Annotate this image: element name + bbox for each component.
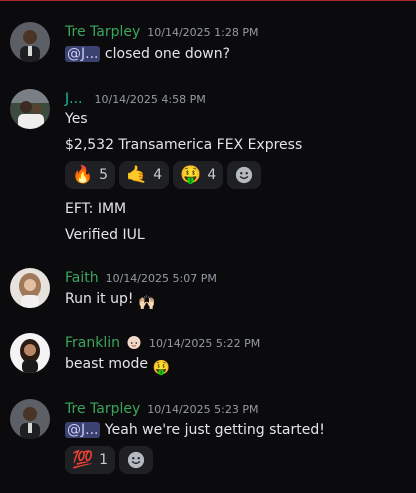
avatar[interactable]	[10, 268, 50, 308]
user-mention[interactable]: @J...	[65, 422, 101, 438]
smiley-icon	[236, 166, 253, 184]
timestamp: 10/14/2025 4:58 PM	[94, 93, 206, 106]
author-name[interactable]: Faith	[65, 270, 99, 286]
baby-face-icon	[127, 336, 141, 349]
timestamp: 10/14/2025 5:07 PM	[105, 272, 217, 285]
message-body: Yeah we're just getting started!	[100, 422, 325, 438]
user-mention[interactable]: @J...	[65, 46, 101, 62]
add-reaction-button[interactable]	[119, 446, 154, 474]
message-header: Tre Tarpley 10/14/2025 5:23 PM	[65, 399, 258, 417]
avatar[interactable]	[10, 399, 50, 439]
message-header: J... 10/14/2025 4:58 PM	[65, 89, 206, 107]
author-name[interactable]: Franklin	[65, 335, 120, 351]
reaction-call-me-hand[interactable]: 🤙 4	[119, 161, 170, 189]
message-body: beast mode	[65, 356, 149, 372]
message-text: @J... Yeah we're just getting started!	[65, 420, 325, 440]
timestamp: 10/14/2025 1:28 PM	[147, 26, 259, 39]
avatar[interactable]	[10, 333, 50, 373]
reaction-count: 1	[99, 452, 109, 468]
message-header: Faith 10/14/2025 5:07 PM	[65, 268, 217, 286]
timestamp: 10/14/2025 5:22 PM	[149, 337, 261, 350]
money-mouth-face-icon: 🤑	[152, 360, 170, 376]
fire-icon: 🔥	[72, 164, 94, 185]
add-reaction-button[interactable]	[227, 161, 262, 189]
hundred-points-icon: 💯	[72, 449, 94, 470]
message-header: Franklin 10/14/2025 5:22 PM	[65, 333, 260, 351]
reaction-count: 4	[207, 167, 217, 183]
money-mouth-face-icon: 🤑	[180, 164, 202, 185]
message-text: Verified IUL	[65, 227, 145, 243]
message-body: Run it up!	[65, 291, 134, 307]
reactions-bar: 💯 1	[65, 446, 154, 474]
avatar[interactable]	[10, 89, 50, 129]
call-me-hand-icon: 🤙	[126, 164, 148, 185]
message-text: EFT: IMM	[65, 201, 127, 217]
message-text: beast mode 🤑	[65, 354, 170, 378]
raising-hands-icon: 🙌🏻	[137, 295, 156, 311]
reaction-money-mouth[interactable]: 🤑 4	[173, 161, 224, 189]
reactions-bar: 🔥 5 🤙 4 🤑 4	[65, 161, 262, 189]
divider-line	[0, 0, 416, 1]
message-text: Run it up! 🙌🏻	[65, 289, 155, 313]
message-body: closed one down?	[100, 46, 231, 62]
reaction-count: 5	[99, 167, 109, 183]
timestamp: 10/14/2025 5:23 PM	[147, 403, 259, 416]
reaction-fire[interactable]: 🔥 5	[65, 161, 116, 189]
reaction-count: 4	[153, 167, 163, 183]
message-text: @J... closed one down?	[65, 44, 230, 64]
message-text: $2,532 Transamerica FEX Express	[65, 137, 303, 153]
author-name[interactable]: J...	[65, 91, 82, 107]
author-name[interactable]: Tre Tarpley	[65, 401, 140, 417]
message-header: Tre Tarpley 10/14/2025 1:28 PM	[65, 22, 258, 40]
author-name[interactable]: Tre Tarpley	[65, 24, 140, 40]
message-text: Yes	[65, 111, 88, 127]
reaction-hundred-points[interactable]: 💯 1	[65, 446, 116, 474]
avatar[interactable]	[10, 22, 50, 62]
smiley-icon	[127, 451, 145, 469]
